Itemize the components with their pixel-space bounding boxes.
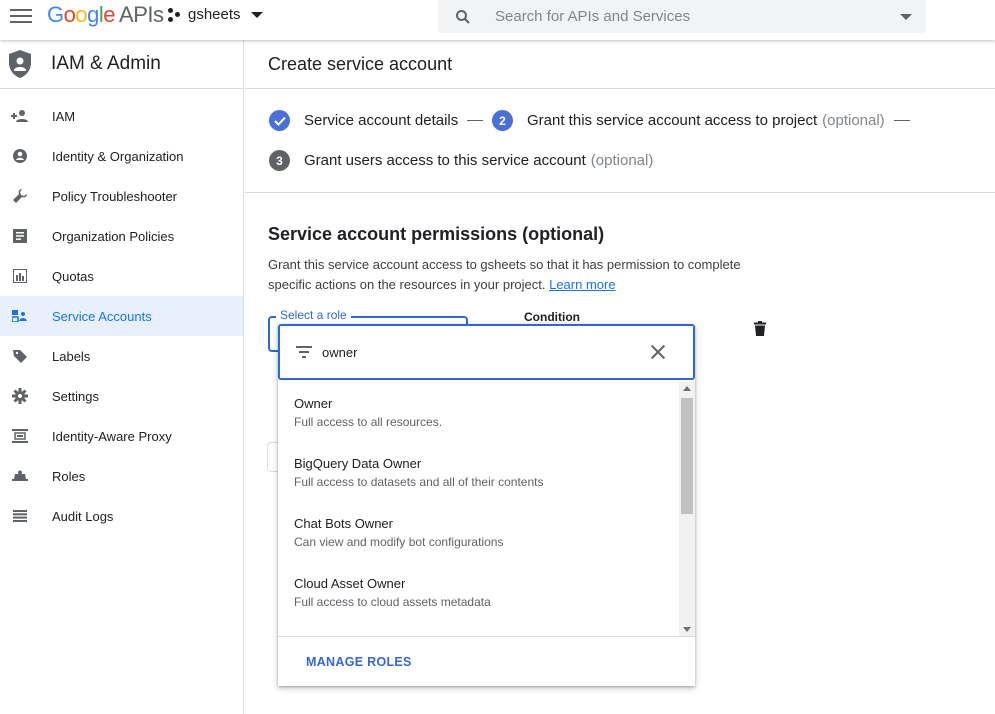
shield-icon bbox=[9, 50, 31, 78]
step-number: 2 bbox=[492, 110, 513, 131]
sidebar: IAM & Admin IAM Identity & Organization … bbox=[0, 40, 244, 714]
step-grant-project-access[interactable]: 2 Grant this service account access to p… bbox=[492, 110, 910, 131]
hamburger-menu-icon[interactable] bbox=[10, 6, 32, 26]
sidebar-header: IAM & Admin bbox=[0, 40, 243, 89]
wrench-icon bbox=[11, 187, 29, 205]
close-icon[interactable] bbox=[650, 344, 666, 360]
filter-icon bbox=[296, 346, 312, 358]
step-connector bbox=[893, 120, 910, 121]
step-service-account-details[interactable]: Service account details bbox=[269, 110, 484, 131]
sidebar-item-policy-troubleshooter[interactable]: Policy Troubleshooter bbox=[0, 176, 243, 216]
sidebar-item-label: IAM bbox=[52, 108, 76, 124]
chevron-down-icon bbox=[250, 11, 263, 18]
role-option-desc: Full access to all resources. bbox=[294, 415, 443, 429]
stepper: Service account details 2 Grant this ser… bbox=[245, 89, 995, 193]
sidebar-item-label: Organization Policies bbox=[52, 228, 175, 244]
dropdown-scrollbar[interactable] bbox=[679, 382, 695, 636]
sidebar-item-label: Identity-Aware Proxy bbox=[52, 428, 172, 444]
top-app-bar: Google APIs gsheets bbox=[0, 0, 995, 40]
sidebar-nav: IAM Identity & Organization Policy Troub… bbox=[0, 96, 243, 536]
sidebar-item-quotas[interactable]: Quotas bbox=[0, 256, 243, 296]
search-icon bbox=[455, 9, 471, 25]
sidebar-item-audit-logs[interactable]: Audit Logs bbox=[0, 496, 243, 536]
sidebar-item-label: Quotas bbox=[52, 268, 94, 284]
search-bar[interactable] bbox=[438, 0, 926, 33]
service-account-icon bbox=[11, 307, 29, 325]
role-option-name: Cloud Asset Owner bbox=[294, 576, 406, 591]
project-selector[interactable]: gsheets bbox=[168, 6, 263, 23]
search-dropdown-icon[interactable] bbox=[900, 13, 912, 20]
manage-roles-button[interactable]: MANAGE ROLES bbox=[306, 655, 412, 669]
role-option-desc: Full access to datasets and all of their… bbox=[294, 475, 544, 489]
search-input[interactable] bbox=[495, 8, 896, 25]
page-title: Create service account bbox=[268, 53, 453, 74]
permissions-section: Service account permissions (optional) G… bbox=[268, 224, 758, 295]
step-optional-label: (optional) bbox=[590, 152, 654, 169]
sidebar-item-service-accounts[interactable]: Service Accounts bbox=[0, 296, 243, 336]
sidebar-item-label: Service Accounts bbox=[52, 308, 152, 324]
logo-apis-text: APIs bbox=[119, 2, 164, 27]
role-option-name: Owner bbox=[294, 396, 333, 411]
sidebar-item-iam[interactable]: IAM bbox=[0, 96, 243, 136]
gear-icon bbox=[11, 387, 29, 405]
step-label: Grant users access to this service accou… bbox=[304, 152, 586, 169]
condition-label: Condition bbox=[524, 310, 580, 324]
label-icon bbox=[11, 347, 29, 365]
step-grant-users-access[interactable]: 3 Grant users access to this service acc… bbox=[269, 150, 653, 171]
project-name: gsheets bbox=[188, 6, 241, 23]
permissions-description-text: Grant this service account access to gsh… bbox=[268, 257, 741, 292]
sidebar-item-label: Policy Troubleshooter bbox=[52, 188, 178, 204]
role-options-list: Owner Full access to all resources. BigQ… bbox=[278, 382, 679, 636]
scroll-up-icon[interactable] bbox=[683, 386, 691, 391]
role-option-owner[interactable]: Owner Full access to all resources. bbox=[278, 382, 679, 442]
dropdown-footer: MANAGE ROLES bbox=[278, 636, 695, 686]
page-header: Create service account bbox=[245, 40, 995, 89]
role-option-cloud-asset-owner[interactable]: Cloud Asset Owner Full access to cloud a… bbox=[278, 562, 679, 622]
proxy-icon bbox=[11, 427, 29, 445]
sidebar-item-identity-organization[interactable]: Identity & Organization bbox=[0, 136, 243, 176]
role-option-bigquery-data-owner[interactable]: BigQuery Data Owner Full access to datas… bbox=[278, 442, 679, 502]
project-dots-icon bbox=[168, 7, 182, 23]
permissions-description: Grant this service account access to gsh… bbox=[268, 255, 758, 295]
role-option-name: Chat Bots Owner bbox=[294, 516, 393, 531]
sidebar-item-label: Audit Logs bbox=[52, 508, 114, 524]
check-icon bbox=[269, 110, 290, 131]
scroll-down-icon[interactable] bbox=[683, 627, 691, 632]
trash-icon[interactable] bbox=[754, 321, 766, 336]
scrollbar-thumb[interactable] bbox=[681, 398, 693, 514]
learn-more-link[interactable]: Learn more bbox=[549, 277, 615, 292]
role-option-desc: Can view and modify bot configurations bbox=[294, 535, 504, 549]
select-role-label: Select a role bbox=[276, 308, 351, 322]
account-circle-icon bbox=[11, 147, 29, 165]
role-option-name: BigQuery Data Owner bbox=[294, 456, 422, 471]
roles-icon bbox=[11, 467, 29, 485]
google-apis-logo[interactable]: Google APIs bbox=[47, 2, 164, 28]
sidebar-item-labels[interactable]: Labels bbox=[0, 336, 243, 376]
permissions-heading: Service account permissions (optional) bbox=[268, 224, 605, 244]
step-label: Service account details bbox=[304, 112, 459, 129]
role-filter-input[interactable] bbox=[322, 344, 651, 360]
sidebar-item-label: Identity & Organization bbox=[52, 148, 184, 164]
list-icon bbox=[11, 507, 29, 525]
role-option-chat-bots-owner[interactable]: Chat Bots Owner Can view and modify bot … bbox=[278, 502, 679, 562]
step-connector bbox=[467, 120, 484, 121]
step-number: 3 bbox=[269, 150, 290, 171]
role-dropdown: Owner Full access to all resources. BigQ… bbox=[278, 324, 695, 686]
article-icon bbox=[11, 227, 29, 245]
step-label: Grant this service account access to pro… bbox=[527, 112, 818, 129]
sidebar-item-identity-aware-proxy[interactable]: Identity-Aware Proxy bbox=[0, 416, 243, 456]
sidebar-item-roles[interactable]: Roles bbox=[0, 456, 243, 496]
sidebar-item-settings[interactable]: Settings bbox=[0, 376, 243, 416]
sidebar-item-label: Roles bbox=[52, 468, 86, 484]
role-option-desc: Full access to cloud assets metadata bbox=[294, 595, 491, 609]
person-add-icon bbox=[11, 107, 29, 125]
sidebar-item-organization-policies[interactable]: Organization Policies bbox=[0, 216, 243, 256]
step-optional-label: (optional) bbox=[822, 112, 885, 129]
role-filter-field[interactable] bbox=[278, 324, 695, 380]
quota-icon bbox=[11, 267, 29, 285]
sidebar-item-label: Labels bbox=[52, 348, 91, 364]
sidebar-title: IAM & Admin bbox=[51, 53, 161, 74]
sidebar-item-label: Settings bbox=[52, 388, 99, 404]
